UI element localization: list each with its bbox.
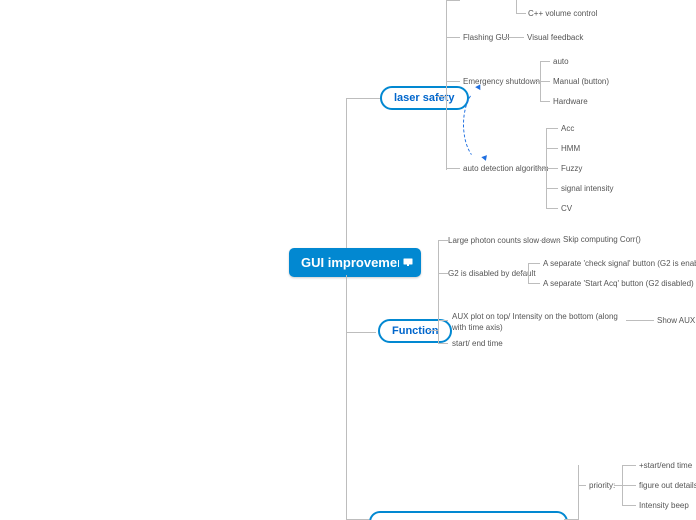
fn-chk-h xyxy=(528,263,540,264)
ad-sig-h xyxy=(546,188,558,189)
prio-se-h xyxy=(622,465,636,466)
leaf-es-manual[interactable]: Manual (button) xyxy=(553,76,609,87)
cpp-vline xyxy=(516,0,517,14)
leaf-emergency-shutdown[interactable]: Emergency shutdown xyxy=(463,76,540,87)
fn-showaux-h xyxy=(626,320,654,321)
trunk-lower xyxy=(346,275,347,332)
es-auto-h xyxy=(540,61,550,62)
leaf-sep-start[interactable]: A separate 'Start Acq' button (G2 disabl… xyxy=(543,278,694,289)
ls-c0-h xyxy=(446,0,460,1)
es-man-h xyxy=(540,81,550,82)
leaf-aux-plot[interactable]: AUX plot on top/ Intensity on the bottom… xyxy=(452,311,622,333)
trunk-bottom xyxy=(346,332,347,520)
leaf-ad-fuzzy[interactable]: Fuzzy xyxy=(561,163,582,174)
es-hw-h xyxy=(540,101,550,102)
trunk-upper xyxy=(346,98,347,248)
ad-stub xyxy=(536,168,546,169)
flash-h xyxy=(446,37,460,38)
leaf-start-end[interactable]: start/ end time xyxy=(452,338,503,349)
leaf-visual-feedback[interactable]: Visual feedback xyxy=(527,32,583,43)
root-present-icon[interactable] xyxy=(399,253,417,271)
leaf-sep-check[interactable]: A separate 'check signal' button (G2 is … xyxy=(543,258,696,269)
fn-g2-vert xyxy=(528,263,529,284)
leaf-ad-hmm[interactable]: HMM xyxy=(561,143,580,154)
ls-stub xyxy=(436,96,446,97)
leaf-es-auto[interactable]: auto xyxy=(553,56,569,67)
prio-h xyxy=(578,485,586,486)
es-stub xyxy=(530,81,540,82)
ad-fuzzy-h xyxy=(546,168,558,169)
root-label: GUI improvement xyxy=(301,255,409,270)
leaf-ad-cv[interactable]: CV xyxy=(561,203,572,214)
leaf-es-hardware[interactable]: Hardware xyxy=(553,96,588,107)
fn-lp-h xyxy=(438,240,448,241)
leaf-ad-acc[interactable]: Acc xyxy=(561,123,574,134)
trunk-to-laser xyxy=(346,98,380,99)
branch-function[interactable]: Function xyxy=(378,319,452,343)
fn-g2-stub xyxy=(518,273,528,274)
fn-skip-h xyxy=(540,240,560,241)
prio-int-h xyxy=(622,505,636,506)
leaf-skip-corr[interactable]: Skip computing Corr() xyxy=(563,234,641,245)
branch-bottom-partial[interactable] xyxy=(369,511,568,520)
fn-start-h xyxy=(528,283,540,284)
trunk-to-function xyxy=(346,332,376,333)
leaf-prio-intensity[interactable]: Intensity beep xyxy=(639,500,689,511)
cpp-h xyxy=(516,13,526,14)
leaf-prio-figure[interactable]: figure out details G xyxy=(639,480,696,491)
ls-vert xyxy=(446,0,447,170)
fn-vert xyxy=(438,240,439,344)
leaf-flashing-gui[interactable]: Flashing GUI xyxy=(463,32,510,43)
branch-laser-safety[interactable]: laser safety xyxy=(380,86,469,110)
leaf-priority[interactable]: priority: xyxy=(589,480,615,491)
ad-h1 xyxy=(446,168,460,169)
relation-arrow xyxy=(463,86,505,163)
leaf-ad-signal[interactable]: signal intensity xyxy=(561,183,613,194)
fn-set-h xyxy=(438,343,448,344)
leaf-show-aux[interactable]: Show AUX by xyxy=(657,315,696,326)
branch-function-label: Function xyxy=(392,325,438,337)
fn-g2-h xyxy=(438,273,448,274)
mindmap-canvas[interactable]: GUI improvement laser safety C++ volume … xyxy=(0,0,696,520)
visfb-h xyxy=(504,37,524,38)
prio-vert0 xyxy=(578,465,579,520)
leaf-prio-startend[interactable]: +start/end time xyxy=(639,460,692,471)
fn-aux-h xyxy=(438,320,448,321)
ad-acc-h xyxy=(546,128,558,129)
prio-fig-h xyxy=(622,485,636,486)
leaf-cpp-volume[interactable]: C++ volume control xyxy=(528,8,597,19)
ad-hmm-h xyxy=(546,148,558,149)
ad-cv-h xyxy=(546,208,558,209)
prio-stub xyxy=(614,485,622,486)
es-h1 xyxy=(446,81,460,82)
fn-stub xyxy=(428,330,438,331)
